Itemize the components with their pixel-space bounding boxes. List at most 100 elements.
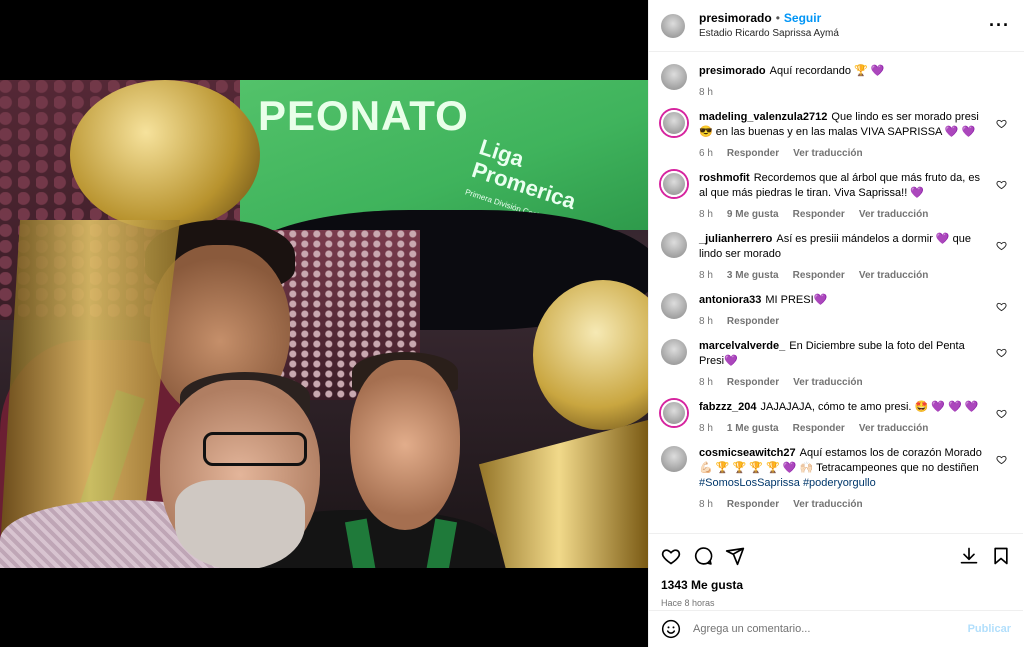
follow-button[interactable]: Seguir (784, 11, 821, 25)
caption-time[interactable]: 8 h (699, 85, 713, 100)
comment-time[interactable]: 6 h (699, 146, 713, 161)
president-beard (175, 480, 305, 568)
caption-username[interactable]: presimorado (699, 65, 766, 77)
post-media-pane: PEONATO Liga Promerica Primera División … (0, 0, 648, 647)
share-icon[interactable] (725, 546, 745, 566)
author-username[interactable]: presimorado (699, 11, 772, 25)
comment-item: roshmofit Recordemos que al árbol que más… (661, 171, 1011, 222)
emoji-icon[interactable] (661, 619, 681, 639)
post-sidebar: presimorado • Seguir Estadio Ricardo Sapri… (648, 0, 1024, 647)
comment-username[interactable]: fabzzz_204 (699, 401, 756, 413)
author-info: presimorado • Seguir Estadio Ricardo Sapri… (699, 10, 989, 41)
more-options-icon[interactable]: ··· (989, 15, 1010, 36)
separator-dot: • (775, 11, 780, 25)
comment-time[interactable]: 8 h (699, 497, 713, 512)
comment-body: cosmicseawitch27 Aquí estamos los de cora… (699, 446, 1011, 512)
likes-count[interactable]: 1343 Me gusta (661, 578, 1011, 592)
publish-button[interactable]: Publicar (968, 623, 1011, 635)
trophy-ball-left (70, 80, 260, 230)
comment-username[interactable]: cosmicseawitch27 (699, 447, 796, 459)
post-photo[interactable]: PEONATO Liga Promerica Primera División … (0, 80, 648, 568)
comment-body: marcelvalverde_ En Diciembre sube la foto… (699, 339, 1011, 390)
comment-composer: Publicar (649, 610, 1023, 647)
comment-time[interactable]: 8 h (699, 268, 713, 283)
action-icons (661, 542, 1011, 570)
reply-button[interactable]: Responder (793, 268, 845, 283)
comment-hashtags[interactable]: #SomosLosSaprissa #poderyorgullo (699, 477, 876, 489)
comment-avatar[interactable] (661, 446, 687, 472)
comment-username[interactable]: marcelvalverde_ (699, 340, 785, 352)
like-heart-icon[interactable] (996, 347, 1007, 358)
like-icon[interactable] (661, 546, 681, 566)
comment-username[interactable]: madeling_valenzula2712 (699, 111, 827, 123)
translate-button[interactable]: Ver traducción (793, 146, 862, 161)
like-heart-icon[interactable] (996, 240, 1007, 251)
download-icon[interactable] (959, 546, 979, 566)
comment-avatar[interactable] (661, 232, 687, 258)
comment-item: cosmicseawitch27 Aquí estamos los de cora… (661, 446, 1011, 512)
photo-banner-headline: PEONATO (258, 92, 469, 139)
comment-meta: 8 h Responder (699, 314, 991, 329)
like-heart-icon[interactable] (996, 179, 1007, 190)
comment-body: madeling_valenzula2712 Que lindo es ser m… (699, 110, 1011, 161)
comment-meta: 8 h 9 Me gusta Responder Ver traducción (699, 207, 991, 222)
reply-button[interactable]: Responder (793, 207, 845, 222)
comment-body: _julianherrero Así es presiii mándelos a … (699, 232, 1011, 283)
caption-text: Aquí recordando 🏆 💜 (769, 65, 885, 77)
comments-list[interactable]: presimorado Aquí recordando 🏆 💜 8 h madel… (649, 56, 1023, 532)
comment-likes[interactable]: 9 Me gusta (727, 207, 779, 222)
caption-avatar[interactable] (661, 64, 687, 90)
like-heart-icon[interactable] (996, 454, 1007, 465)
translate-button[interactable]: Ver traducción (859, 207, 928, 222)
comment-body: fabzzz_204 JAJAJAJA, cómo te amo presi. 🤩… (699, 400, 1011, 436)
translate-button[interactable]: Ver traducción (859, 268, 928, 283)
post-actions: 1343 Me gusta Hace 8 horas (649, 533, 1023, 616)
save-bookmark-icon[interactable] (991, 546, 1011, 566)
comment-likes[interactable]: 1 Me gusta (727, 421, 779, 436)
comment-body: roshmofit Recordemos que al árbol que más… (699, 171, 1011, 222)
comment-input[interactable] (693, 623, 968, 635)
post-timestamp[interactable]: Hace 8 horas (661, 598, 1011, 608)
comment-username[interactable]: roshmofit (699, 172, 750, 184)
comment-item: _julianherrero Así es presiii mándelos a … (661, 232, 1011, 283)
comment-avatar[interactable] (661, 171, 687, 197)
comment-icon[interactable] (693, 546, 713, 566)
comment-avatar[interactable] (661, 293, 687, 319)
comment-time[interactable]: 8 h (699, 207, 713, 222)
like-heart-icon[interactable] (996, 408, 1007, 419)
comment-username[interactable]: _julianherrero (699, 233, 772, 245)
comment-username[interactable]: antoniora33 (699, 294, 761, 306)
translate-button[interactable]: Ver traducción (859, 421, 928, 436)
comment-item: marcelvalverde_ En Diciembre sube la foto… (661, 339, 1011, 390)
comment-avatar[interactable] (661, 339, 687, 365)
comment-time[interactable]: 8 h (699, 375, 713, 390)
reply-button[interactable]: Responder (793, 421, 845, 436)
comment-meta: 8 h Responder Ver traducción (699, 375, 991, 390)
player-3-head (350, 360, 460, 530)
caption-body: presimorado Aquí recordando 🏆 💜 8 h (699, 64, 1011, 100)
translate-button[interactable]: Ver traducción (793, 497, 862, 512)
reply-button[interactable]: Responder (727, 146, 779, 161)
translate-button[interactable]: Ver traducción (793, 375, 862, 390)
comment-time[interactable]: 8 h (699, 421, 713, 436)
comment-avatar[interactable] (661, 110, 687, 136)
comment-meta: 8 h 3 Me gusta Responder Ver traducción (699, 268, 991, 283)
author-avatar[interactable] (661, 13, 685, 38)
comment-avatar[interactable] (661, 400, 687, 426)
post-header: presimorado • Seguir Estadio Ricardo Sapri… (649, 0, 1024, 52)
comment-meta: 8 h Responder Ver traducción (699, 497, 991, 512)
comment-likes[interactable]: 3 Me gusta (727, 268, 779, 283)
comment-text: MI PRESI💜 (765, 294, 828, 306)
reply-button[interactable]: Responder (727, 314, 779, 329)
reply-button[interactable]: Responder (727, 497, 779, 512)
comment-item: fabzzz_204 JAJAJAJA, cómo te amo presi. 🤩… (661, 400, 1011, 436)
post-location[interactable]: Estadio Ricardo Saprissa Aymá (699, 26, 989, 41)
comment-time[interactable]: 8 h (699, 314, 713, 329)
comment-meta: 6 h Responder Ver traducción (699, 146, 991, 161)
president-glasses (203, 432, 307, 466)
comment-item: madeling_valenzula2712 Que lindo es ser m… (661, 110, 1011, 161)
caption: presimorado Aquí recordando 🏆 💜 8 h (661, 64, 1011, 100)
like-heart-icon[interactable] (996, 118, 1007, 129)
reply-button[interactable]: Responder (727, 375, 779, 390)
like-heart-icon[interactable] (996, 301, 1007, 312)
